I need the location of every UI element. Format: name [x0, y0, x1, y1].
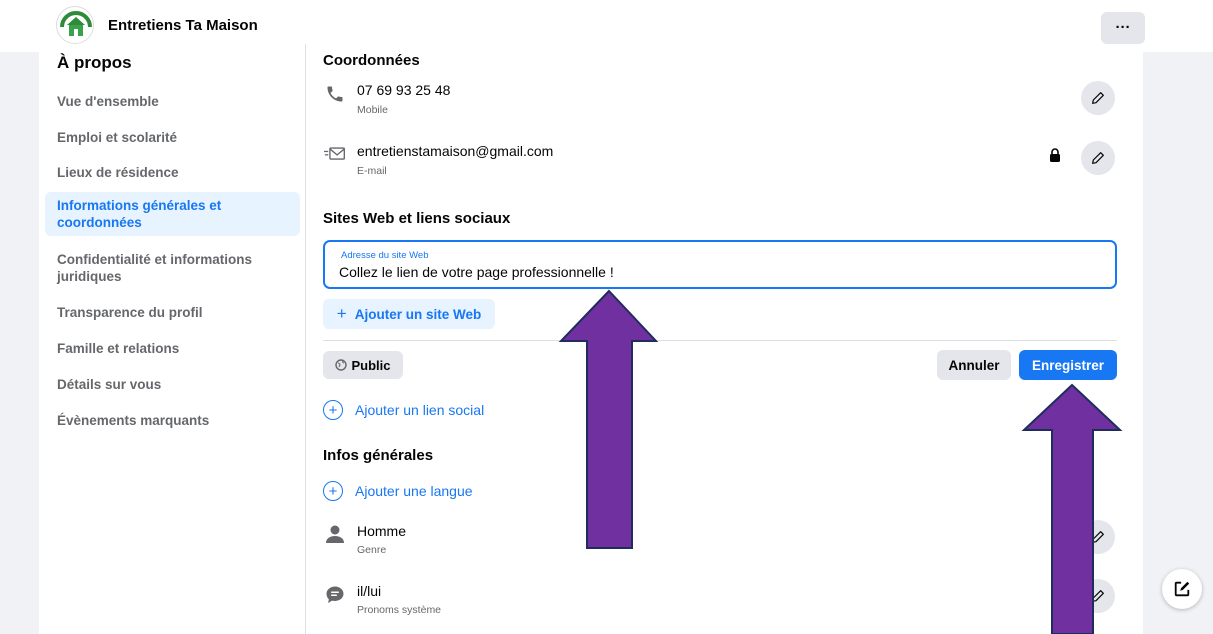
cancel-button[interactable]: Annuler — [937, 350, 1011, 380]
plus-circle-icon: + — [323, 481, 343, 501]
sidebar-item-places[interactable]: Lieux de résidence — [45, 161, 300, 183]
gender-type: Genre — [357, 544, 387, 556]
pencil-icon — [1092, 152, 1104, 164]
phone-type: Mobile — [357, 104, 388, 116]
edit-gender-button[interactable] — [1081, 520, 1115, 554]
phone-icon — [323, 82, 347, 106]
sidebar-item-life-events[interactable]: Évènements marquants — [45, 409, 300, 431]
plus-circle-icon: + — [323, 400, 343, 420]
divider — [323, 340, 1117, 341]
add-social-link-label: Ajouter un lien social — [355, 402, 485, 418]
about-content: Coordonnées 07 69 93 25 48 Mobile entret… — [323, 44, 1133, 634]
edit-email-button[interactable] — [1081, 141, 1115, 175]
add-website-button[interactable]: + Ajouter un site Web — [323, 299, 495, 329]
brand-logo-icon[interactable] — [56, 6, 94, 44]
sidebar-item-privacy-legal[interactable]: Confidentialité et informations juridiqu… — [45, 250, 300, 286]
save-button[interactable]: Enregistrer — [1019, 350, 1117, 380]
add-website-label: Ajouter un site Web — [354, 306, 482, 322]
email-type: E-mail — [357, 165, 387, 177]
websites-section-title: Sites Web et liens sociaux — [323, 210, 511, 227]
page-name[interactable]: Entretiens Ta Maison — [108, 17, 258, 34]
email-address: entretienstamaison@gmail.com — [357, 143, 554, 159]
website-field[interactable]: Adresse du site Web — [323, 240, 1117, 289]
sidebar-item-family[interactable]: Famille et relations — [45, 337, 300, 359]
about-title: À propos — [57, 53, 132, 72]
audience-label: Public — [351, 357, 391, 373]
plus-icon: + — [336, 304, 347, 323]
more-options-button[interactable]: ··· — [1101, 12, 1145, 44]
website-field-label: Adresse du site Web — [341, 250, 429, 261]
website-input[interactable] — [339, 262, 1099, 282]
compose-button[interactable] — [1162, 569, 1202, 609]
sidebar-item-work-education[interactable]: Emploi et scolarité — [45, 126, 300, 148]
about-card: À propos Vue d'ensemble Emploi et scolar… — [39, 44, 1143, 634]
sidebar-item-details[interactable]: Détails sur vous — [45, 373, 300, 395]
contact-section-title: Coordonnées — [323, 52, 420, 69]
sidebar-item-profile-transparency[interactable]: Transparence du profil — [45, 301, 300, 323]
about-sidebar: À propos Vue d'ensemble Emploi et scolar… — [39, 44, 306, 634]
audience-selector-button[interactable]: Public — [323, 351, 403, 379]
person-icon — [323, 522, 347, 546]
speech-bubble-icon — [323, 583, 347, 607]
pencil-icon — [1092, 531, 1104, 543]
add-social-link-button[interactable]: + Ajouter un lien social — [323, 399, 484, 421]
envelope-icon — [323, 142, 347, 166]
pencil-icon — [1092, 92, 1104, 104]
lock-icon — [1049, 148, 1063, 162]
gender-value: Homme — [357, 523, 407, 539]
edit-pronouns-button[interactable] — [1081, 579, 1115, 613]
pronouns-value: il/lui — [357, 583, 382, 599]
phone-number: 07 69 93 25 48 — [357, 82, 451, 98]
globe-icon — [335, 359, 348, 371]
compose-icon — [1174, 581, 1190, 597]
pronouns-type: Pronoms système — [357, 604, 442, 616]
pencil-icon — [1092, 590, 1104, 602]
sidebar-item-overview[interactable]: Vue d'ensemble — [45, 90, 300, 112]
add-language-button[interactable]: + Ajouter une langue — [323, 480, 473, 502]
sidebar-item-contact-info[interactable]: Informations générales et coordonnées — [45, 192, 300, 236]
add-language-label: Ajouter une langue — [355, 483, 473, 499]
general-info-section-title: Infos générales — [323, 447, 434, 464]
edit-phone-button[interactable] — [1081, 81, 1115, 115]
